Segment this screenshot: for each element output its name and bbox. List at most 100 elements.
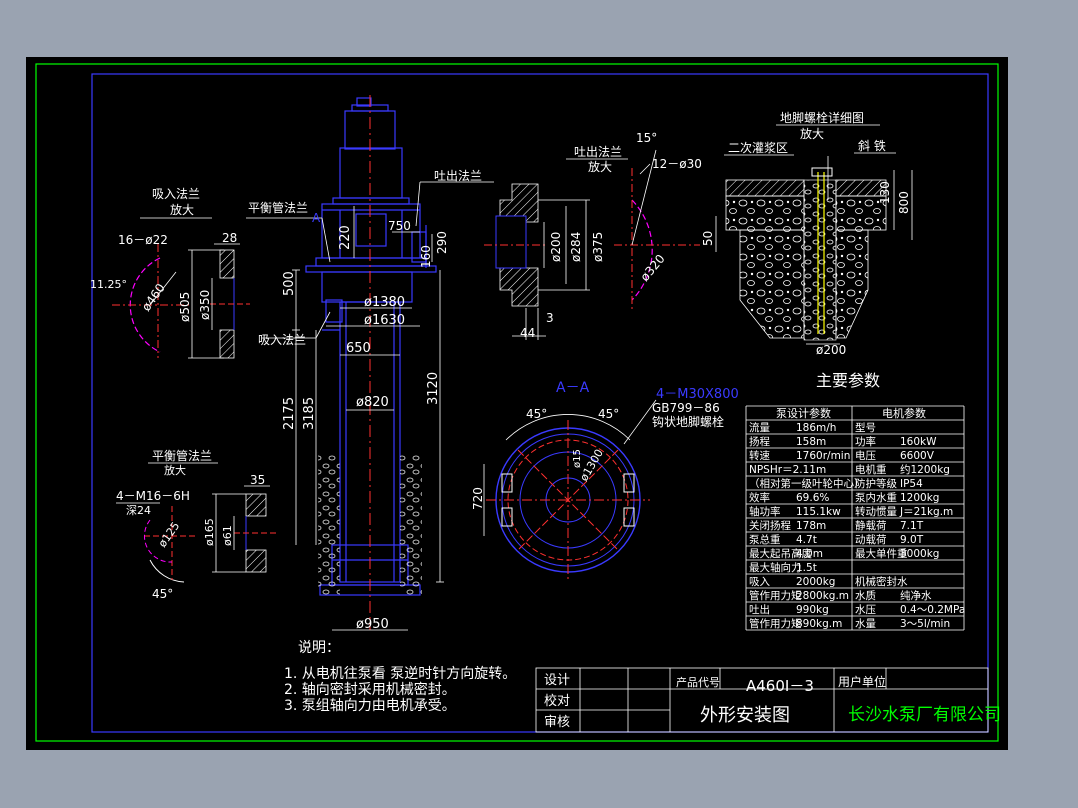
params-label: （相对第一级叶轮中心） [749,477,865,490]
section-mark-left: A [312,211,321,225]
drawing-sheet [26,57,1008,750]
params-value: 4.7t [796,534,817,546]
dim-950: ø950 [356,617,389,632]
dim-35: 35 [250,473,265,487]
dim-44: 44 [520,326,535,340]
params-header-left: 泵设计参数 [776,406,831,420]
dim-16-22: 16－ø22 [118,233,168,247]
params-label: 电机重 [855,463,887,476]
dim-160: 160 [419,245,433,268]
params-label: 管作用力矩 [749,617,802,630]
dim-165: ø165 [203,518,216,546]
dim-650: 650 [346,341,371,356]
params-label: 动载荷 [855,534,887,546]
params-label: 关闭扬程 [749,519,791,532]
wedge-label: 斜 铁 [858,139,886,153]
params-value: 186m/h [796,422,836,434]
dim-4-m16: 4－M16－6H [116,489,190,503]
params-value: 4.0m [796,548,823,560]
params-label: 功率 [855,435,876,448]
params-label: 流量 [749,421,770,434]
dim-284: ø284 [569,232,583,262]
params-value: 69.6% [796,492,829,504]
dim-45b: 45° [598,407,619,421]
params-label: 水量 [855,618,876,630]
anchor-detail-title: 地脚螺栓详细图 [780,110,864,125]
dim-50: 50 [701,231,715,246]
bolt-spec-2: GB799－86 [652,401,720,415]
params-value: 2000kg [796,576,835,588]
params-value: J＝21kg.m [899,506,953,518]
grout-zone-label: 二次灌浆区 [728,140,788,155]
params-label: 吸入 [749,576,770,588]
params-label: 转速 [749,449,770,462]
dim-45a: 45° [526,407,547,421]
dim-375: ø375 [591,232,605,262]
dim-505: ø505 [178,292,192,322]
dim-200-anchor: ø200 [816,343,846,357]
params-value: 3～5l/min [900,618,950,630]
params-value: 115.1kw [796,506,841,518]
params-value: 3000kg [900,548,939,560]
dim-350: ø350 [198,290,212,320]
params-label: 泵总重 [749,533,781,546]
section-title: A－A [556,380,590,396]
tb-drawing-name: 外形安装图 [700,705,790,726]
params-value: 990kg [796,604,829,616]
dim-3185: 3185 [302,397,317,430]
dim-800: 800 [897,191,911,214]
dim-1380: ø1380 [364,295,405,310]
params-label: 泵内水重 [855,491,897,504]
params-value: 约1200kg [900,463,950,476]
dim-750: 750 [388,219,411,233]
params-value: 890kg.m [796,618,842,630]
params-label: 水质 [855,590,876,602]
discharge-flange-enlarged: 放大 [588,159,612,174]
dim-130: 130 [878,181,892,204]
params-label: 管作用力矩 [749,589,802,602]
params-label: 轴功率 [749,505,781,518]
balance-flange-enlarged: 放大 [164,463,186,477]
dim-820: ø820 [356,395,389,410]
dim-45c: 45° [152,587,173,601]
suction-flange-enlarged: 放大 [170,202,194,217]
dim-28: 28 [222,231,237,245]
params-value: 纯净水 [900,589,932,602]
params-value: 2800kg.m [796,590,849,602]
dim-720: 720 [471,487,485,510]
params-label: 转动惯量 [855,505,897,518]
params-label: NPSHr＝2.11m [749,464,826,476]
params-label: 静载荷 [855,519,887,532]
dim-500: 500 [282,271,297,296]
bolt-spec-1: 4－M30X800 [656,387,739,402]
dim-15deg: 15° [636,131,657,145]
dim-290: 290 [435,231,449,254]
params-value: 1.5t [796,562,817,574]
dim-3120: 3120 [426,372,441,405]
dim-deep24: 深24 [126,504,151,517]
dim-12-30: 12－ø30 [652,157,702,171]
anchor-detail-enlarged: 放大 [800,126,824,141]
tb-check: 校对 [544,693,570,709]
tb-user-unit: 用户单位 [838,674,886,689]
note-3: 3. 泵组轴向力由电机承受。 [284,698,456,714]
notes-title: 说明： [298,640,340,656]
discharge-flange-title: 吐出法兰 [574,145,622,159]
dim-15: ø15 [572,449,583,468]
suction-flange-title: 吸入法兰 [152,187,200,201]
note-2: 2. 轴向密封采用机械密封。 [284,681,456,698]
params-label: 机械密封水 [855,575,908,588]
dim-1630: ø1630 [364,313,405,328]
params-value: 7.1T [900,520,924,532]
params-label: 型号 [855,421,876,434]
main-params-title: 主要参数 [816,371,880,390]
tb-code-value: A460I－3 [746,677,814,695]
params-value: 160kW [900,436,937,448]
tb-review: 审核 [544,715,570,730]
params-header-right: 电机参数 [882,406,926,420]
params-label: 电压 [855,449,876,462]
bolt-spec-3: 钩状地脚螺栓 [652,414,724,429]
dim-61: ø61 [221,525,234,546]
tb-product-code: 产品代号 [676,675,720,689]
tb-company: 长沙水泵厂有限公司 [848,705,1001,725]
